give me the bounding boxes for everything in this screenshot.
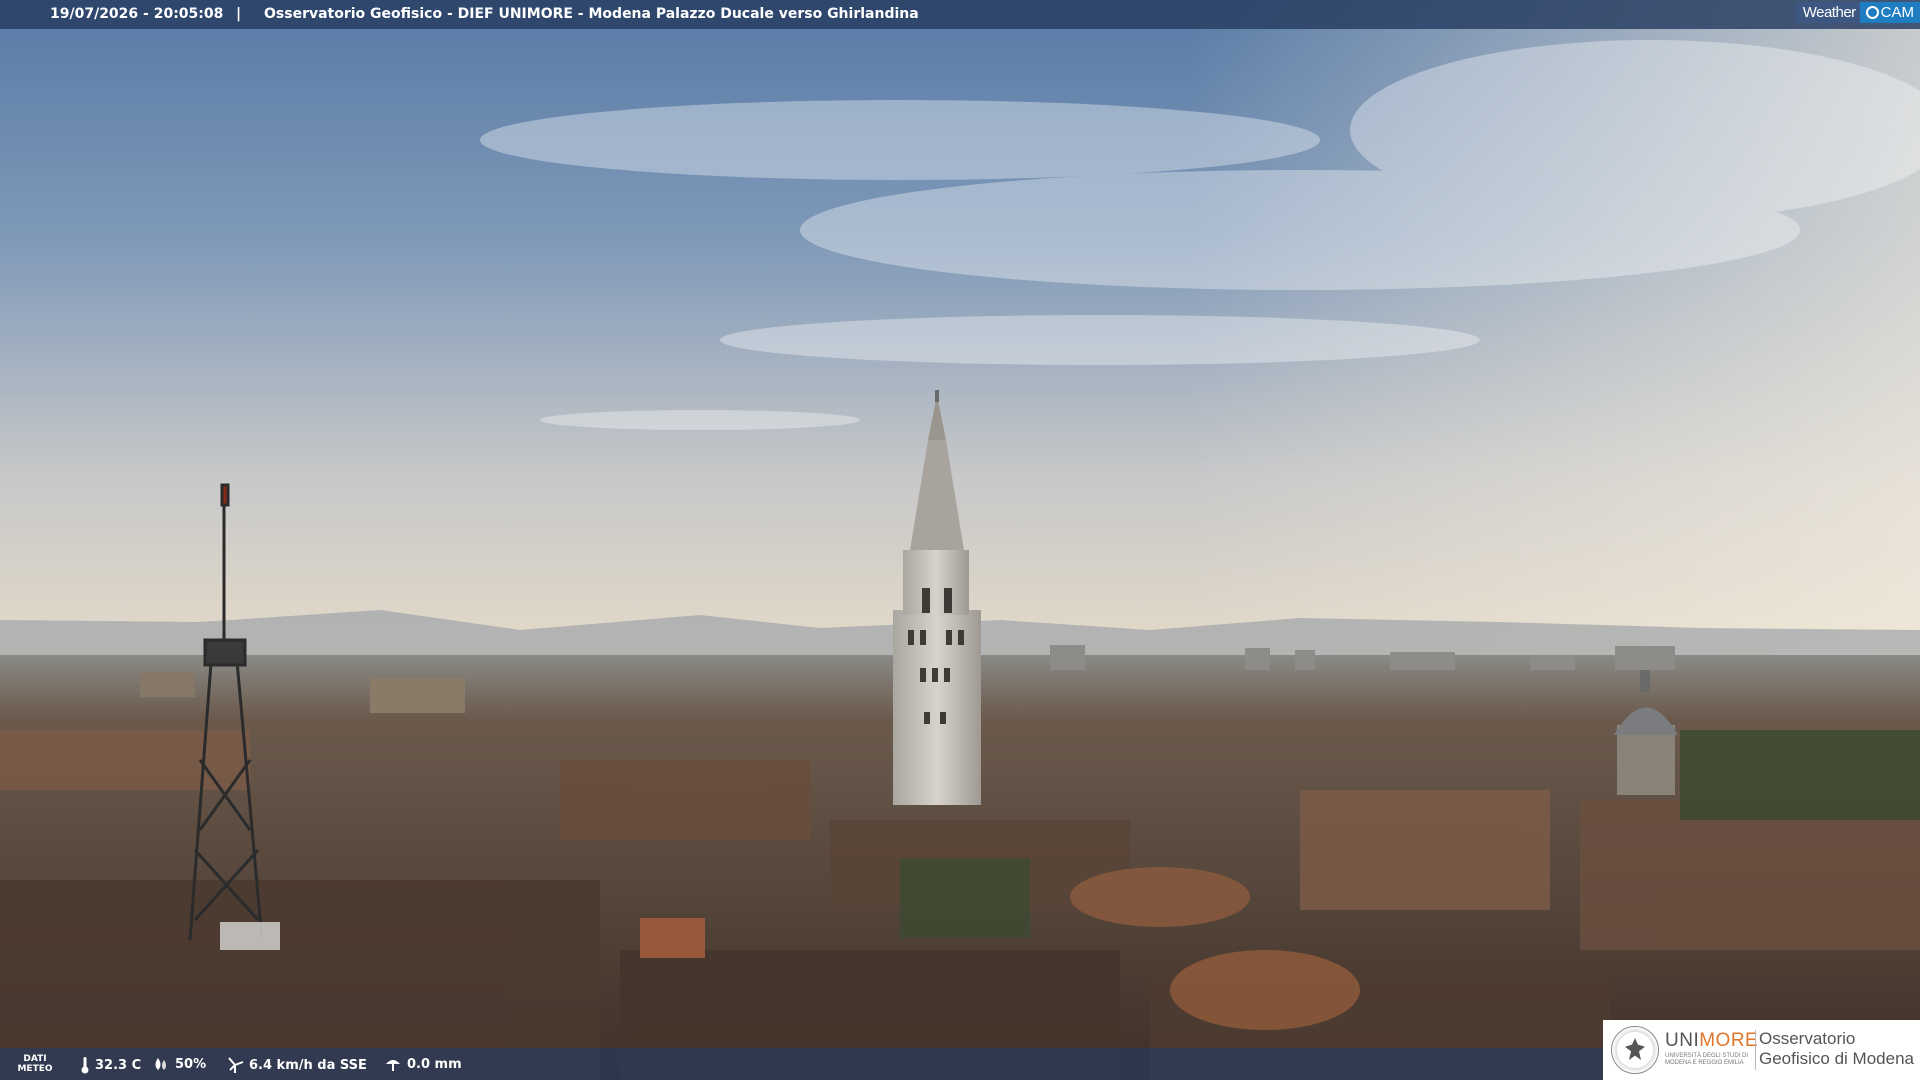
- tree-canopy: [900, 858, 1030, 938]
- thermometer-icon: [81, 1057, 89, 1074]
- brand-dot-icon: [1865, 6, 1879, 19]
- brand-left: Weather: [1794, 2, 1860, 23]
- rain-metric: 0.0 mm: [384, 1056, 462, 1072]
- top-overlay-bar: 19/07/2026 - 20:05:08 | Osservatorio Geo…: [0, 0, 1920, 29]
- university-seal-icon: [1611, 1026, 1659, 1074]
- rain-gauge-icon: [386, 1060, 400, 1071]
- weathercam-brand: Weather CAM: [1794, 0, 1920, 25]
- unimore-logo: UNIMORE UNIVERSITÀ DEGLI STUDI DI MODENA…: [1603, 1020, 1920, 1080]
- separator: |: [236, 6, 242, 22]
- observatory-name: Osservatorio Geofisico di Modena: [1759, 1029, 1914, 1068]
- brand-right: CAM: [1880, 4, 1914, 21]
- brand-right-box: CAM: [1859, 2, 1920, 23]
- temperature-value: 32.3 C: [95, 1057, 142, 1073]
- wind-value: 6.4 km/h da SSE: [249, 1057, 367, 1073]
- wind-icon: [228, 1057, 244, 1073]
- humidity-value: 50%: [175, 1056, 207, 1072]
- temperature-metric: 32.3 C: [80, 1056, 141, 1074]
- weather-label: DATI METEO: [17, 1054, 53, 1074]
- humidity-metric: 50%: [152, 1056, 206, 1072]
- ac-units: [220, 922, 280, 950]
- logo-divider: [1755, 1030, 1756, 1070]
- uni-suffix: MORE: [1699, 1030, 1759, 1051]
- rain-value: 0.0 mm: [407, 1056, 462, 1072]
- timestamp: 19/07/2026 - 20:05:08: [50, 6, 224, 22]
- camera-title: Osservatorio Geofisico - DIEF UNIMORE - …: [264, 6, 919, 22]
- humidity-icon: [155, 1058, 166, 1070]
- wind-metric: 6.4 km/h da SSE: [226, 1056, 367, 1074]
- unimore-wordmark: UNIMORE: [1665, 1030, 1758, 1052]
- uni-prefix: UNI: [1665, 1030, 1700, 1051]
- tree-canopy: [1680, 730, 1920, 820]
- webcam-scene: [0, 0, 1920, 1080]
- unimore-subtitle: UNIVERSITÀ DEGLI STUDI DI MODENA E REGGI…: [1665, 1053, 1749, 1066]
